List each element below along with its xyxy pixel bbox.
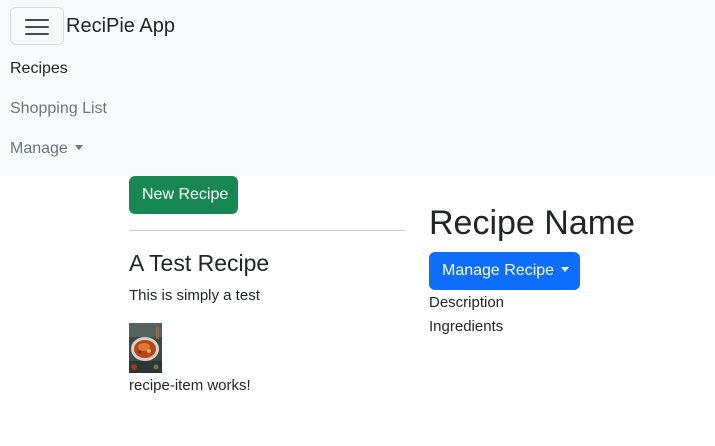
divider (129, 230, 405, 231)
navbar: ReciPie App Recipes Shopping List Manage (0, 0, 715, 176)
new-recipe-button[interactable]: New Recipe (129, 176, 238, 214)
nav-link-recipes-label: Recipes (10, 60, 68, 77)
new-recipe-button-label: New Recipe (142, 186, 229, 203)
hamburger-menu-icon (25, 18, 49, 36)
nav-dropdown-manage[interactable]: Manage (10, 139, 83, 159)
nav-link-shopping-list-label: Shopping List (10, 100, 107, 117)
nav-link-shopping-list[interactable]: Shopping List (10, 99, 107, 119)
recipe-detail-description: Description (429, 294, 505, 311)
manage-recipe-button-label: Manage Recipe (442, 262, 555, 279)
nav-dropdown-manage-label: Manage (10, 140, 68, 157)
recipe-detail-ingredients: Ingredients (429, 318, 504, 335)
recipe-item-description: This is simply a test (129, 287, 260, 304)
recipe-thumbnail-graphic (129, 323, 162, 373)
recipe-item-title[interactable]: A Test Recipe (129, 249, 269, 277)
caret-down-icon (561, 267, 570, 272)
manage-recipe-dropdown-button[interactable]: Manage Recipe (429, 252, 580, 290)
navbar-toggler-button[interactable] (10, 7, 64, 45)
recipe-item-footer-text: recipe-item works! (129, 377, 251, 394)
nav-link-recipes[interactable]: Recipes (10, 59, 68, 79)
recipe-thumbnail-image[interactable] (129, 323, 162, 373)
navbar-brand[interactable]: ReciPie App (66, 14, 175, 38)
caret-down-icon (74, 145, 83, 150)
recipe-detail-title: Recipe Name (429, 204, 635, 242)
